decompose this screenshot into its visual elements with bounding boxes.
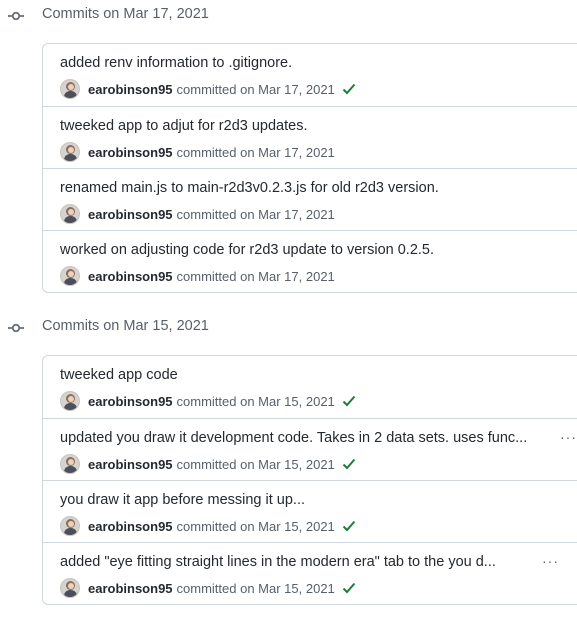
avatar[interactable] <box>60 454 80 474</box>
commit-row: added "eye fitting straight lines in the… <box>43 542 577 604</box>
author-link[interactable]: earobinson95 <box>88 269 173 284</box>
author-link[interactable]: earobinson95 <box>88 207 173 222</box>
commit-message-link[interactable]: you draw it app before messing it up... <box>60 492 305 508</box>
commit-message-link[interactable]: renamed main.js to main-r2d3v0.2.3.js fo… <box>60 180 439 196</box>
commit-meta: earobinson95 committed on Mar 15, 2021 <box>60 391 356 411</box>
git-commit-icon <box>8 11 24 21</box>
git-commit-icon <box>8 323 24 333</box>
avatar[interactable] <box>60 266 80 286</box>
commit-row: added renv information to .gitignore. ea… <box>43 44 577 106</box>
commit-meta: earobinson95 committed on Mar 17, 2021 <box>60 266 335 286</box>
expand-message-button[interactable]: ··· <box>560 429 577 445</box>
commit-date: committed on Mar 17, 2021 <box>176 144 335 160</box>
commit-group-title: Commits on Mar 15, 2021 <box>42 318 209 334</box>
commit-message-link[interactable]: added renv information to .gitignore. <box>60 55 292 71</box>
commit-meta: earobinson95 committed on Mar 15, 2021 <box>60 454 356 474</box>
author-link[interactable]: earobinson95 <box>88 145 173 160</box>
commit-date: committed on Mar 15, 2021 <box>176 393 335 409</box>
commit-meta: earobinson95 committed on Mar 15, 2021 <box>60 578 356 598</box>
commit-row: tweeked app code earobinson95 committed … <box>43 356 577 418</box>
commit-meta: earobinson95 committed on Mar 15, 2021 <box>60 516 356 536</box>
commit-meta: earobinson95 committed on Mar 17, 2021 <box>60 204 335 224</box>
commit-message-link[interactable]: tweeked app to adjut for r2d3 updates. <box>60 118 307 134</box>
commit-list: added renv information to .gitignore. ea… <box>42 43 577 293</box>
commit-group-title: Commits on Mar 17, 2021 <box>42 6 209 22</box>
commit-date: committed on Mar 15, 2021 <box>176 580 335 596</box>
check-icon[interactable] <box>342 83 356 95</box>
avatar[interactable] <box>60 391 80 411</box>
author-link[interactable]: earobinson95 <box>88 581 173 596</box>
commit-row: tweeked app to adjut for r2d3 updates. e… <box>43 106 577 168</box>
check-icon[interactable] <box>342 520 356 532</box>
avatar[interactable] <box>60 79 80 99</box>
commit-list: tweeked app code earobinson95 committed … <box>42 355 577 605</box>
commit-row: you draw it app before messing it up... … <box>43 480 577 542</box>
check-icon[interactable] <box>342 395 356 407</box>
avatar[interactable] <box>60 204 80 224</box>
commit-row: renamed main.js to main-r2d3v0.2.3.js fo… <box>43 168 577 230</box>
commit-date: committed on Mar 17, 2021 <box>176 268 335 284</box>
check-icon[interactable] <box>342 458 356 470</box>
commit-row: updated you draw it development code. Ta… <box>43 418 577 480</box>
commit-date: committed on Mar 15, 2021 <box>176 456 335 472</box>
commit-meta: earobinson95 committed on Mar 17, 2021 <box>60 142 335 162</box>
commit-message-link[interactable]: added "eye fitting straight lines in the… <box>60 554 496 570</box>
commit-message-link[interactable]: worked on adjusting code for r2d3 update… <box>60 242 434 258</box>
commit-date: committed on Mar 17, 2021 <box>176 81 335 97</box>
author-link[interactable]: earobinson95 <box>88 519 173 534</box>
commit-meta: earobinson95 committed on Mar 17, 2021 <box>60 79 356 99</box>
commit-row: worked on adjusting code for r2d3 update… <box>43 230 577 292</box>
author-link[interactable]: earobinson95 <box>88 82 173 97</box>
commit-date: committed on Mar 17, 2021 <box>176 206 335 222</box>
avatar[interactable] <box>60 142 80 162</box>
commit-message-link[interactable]: tweeked app code <box>60 367 178 383</box>
author-link[interactable]: earobinson95 <box>88 457 173 472</box>
check-icon[interactable] <box>342 582 356 594</box>
author-link[interactable]: earobinson95 <box>88 394 173 409</box>
commit-message-link[interactable]: updated you draw it development code. Ta… <box>60 430 527 446</box>
commit-date: committed on Mar 15, 2021 <box>176 518 335 534</box>
commit-group-header: Commits on Mar 17, 2021 <box>0 4 577 28</box>
avatar[interactable] <box>60 516 80 536</box>
commit-group-header: Commits on Mar 15, 2021 <box>0 316 577 340</box>
avatar[interactable] <box>60 578 80 598</box>
expand-message-button[interactable]: ··· <box>542 553 559 569</box>
